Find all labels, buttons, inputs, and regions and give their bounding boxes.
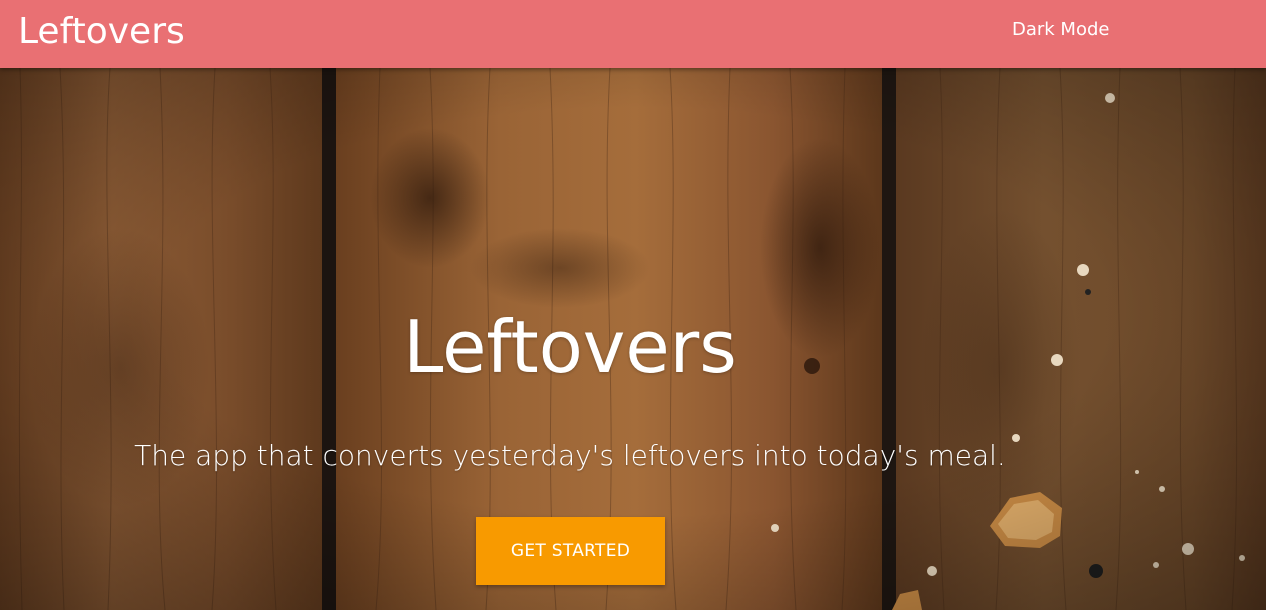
- brand-logo-link[interactable]: Leftovers: [18, 8, 185, 56]
- hero-section: Leftovers The app that converts yesterda…: [0, 68, 1266, 610]
- hero-subtitle: The app that converts yesterday's leftov…: [134, 439, 1006, 472]
- hero-title: Leftovers: [403, 305, 737, 389]
- dark-mode-toggle[interactable]: Dark Mode: [1012, 19, 1109, 41]
- get-started-button[interactable]: GET STARTED: [476, 517, 665, 585]
- top-navbar: Leftovers Dark Mode: [0, 0, 1266, 68]
